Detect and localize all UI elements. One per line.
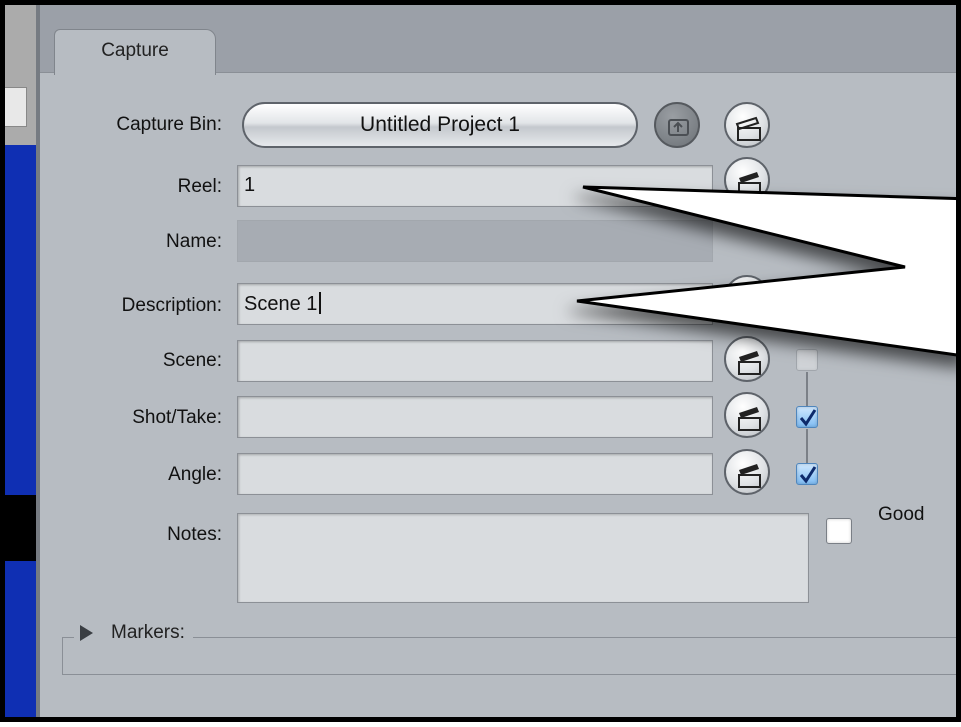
scene-clapper-button[interactable] — [724, 336, 770, 382]
tab-capture[interactable]: Capture — [54, 29, 216, 75]
name-field — [237, 220, 713, 262]
clapper-icon — [738, 351, 761, 375]
checkmark-icon — [799, 409, 817, 427]
scene-field[interactable] — [237, 340, 713, 382]
good-label: Good — [878, 504, 925, 525]
markers-group — [62, 637, 956, 675]
scene-label: Scene: — [162, 350, 222, 371]
markers-header[interactable]: Markers: — [74, 622, 193, 644]
angle-checkbox[interactable] — [796, 463, 818, 485]
new-bin-clapper-icon — [735, 116, 761, 141]
checkmark-icon — [799, 466, 817, 484]
name-label: Name: — [166, 231, 222, 252]
reel-field[interactable]: 1 — [237, 165, 713, 207]
text-caret — [319, 292, 322, 314]
checkbox-link-line — [806, 429, 808, 463]
disclosure-triangle-icon[interactable] — [80, 625, 93, 641]
capture-window: Capture Capture Bin: Untitled Project 1 … — [0, 0, 961, 722]
angle-field[interactable] — [237, 453, 713, 495]
description-value: Scene 1 — [244, 293, 318, 315]
description-clapper-button[interactable] — [724, 275, 770, 321]
clapper-icon — [738, 407, 761, 431]
shot-take-label: Shot/Take: — [132, 407, 222, 428]
reel-label: Reel: — [177, 176, 222, 197]
up-folder-button[interactable] — [654, 102, 700, 148]
clapper-icon — [738, 464, 761, 488]
good-checkbox[interactable] — [826, 518, 852, 544]
reel-clapper-button[interactable] — [724, 157, 770, 203]
capture-bin-button[interactable]: Untitled Project 1 — [242, 102, 638, 148]
notes-field[interactable] — [237, 513, 809, 603]
shot-take-clapper-button[interactable] — [724, 392, 770, 438]
notes-label: Notes: — [167, 524, 222, 545]
shot-take-checkbox[interactable] — [796, 406, 818, 428]
up-folder-icon — [668, 119, 689, 136]
clapper-icon — [738, 290, 761, 314]
markers-label: Markers: — [111, 622, 185, 643]
clapper-icon — [738, 172, 761, 196]
tab-bar: Capture — [40, 5, 956, 75]
description-field[interactable]: Scene 1 — [237, 283, 713, 325]
capture-bin-label: Capture Bin: — [116, 114, 222, 135]
capture-panel: Capture Capture Bin: Untitled Project 1 … — [40, 5, 956, 717]
angle-label: Angle: — [168, 464, 222, 485]
scene-checkbox[interactable] — [796, 349, 818, 371]
new-bin-button[interactable] — [724, 102, 770, 148]
shot-take-field[interactable] — [237, 396, 713, 438]
selection-highlight-lower — [5, 561, 36, 717]
checkbox-link-line — [806, 372, 808, 406]
angle-clapper-button[interactable] — [724, 449, 770, 495]
description-label: Description: — [121, 295, 222, 316]
